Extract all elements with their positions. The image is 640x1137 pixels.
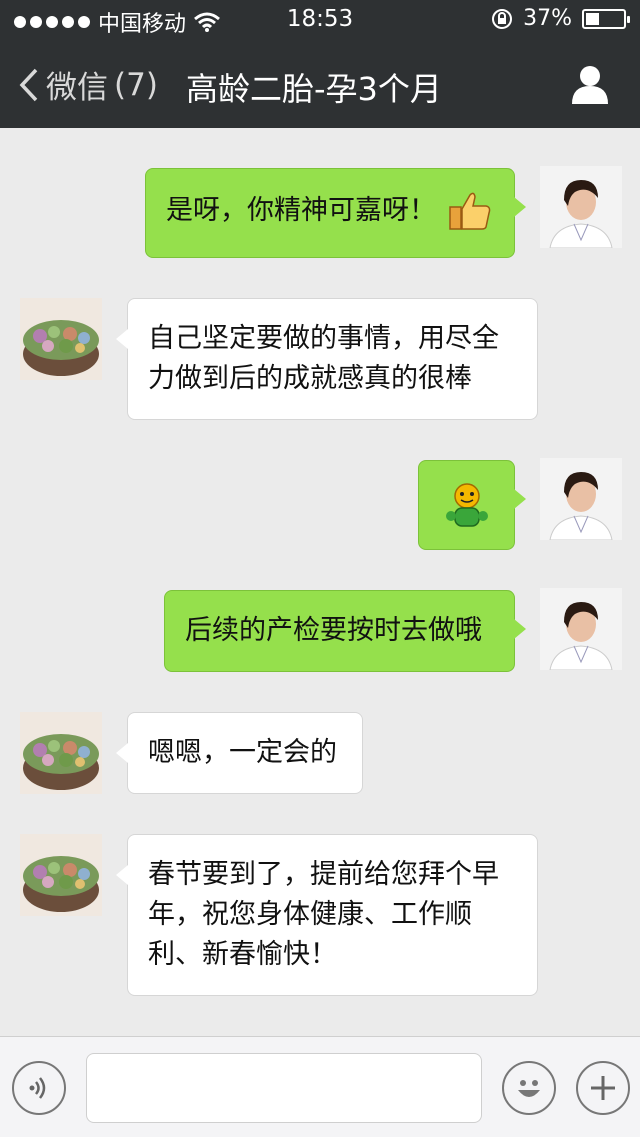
avatar-contact[interactable] <box>20 834 102 916</box>
status-bar: 中国移动 18:53 37% <box>0 0 640 40</box>
chat-title: 高龄二胎-孕3个月 <box>186 70 442 108</box>
nav-bar: 微信 (7) 高龄二胎-孕3个月 <box>0 40 640 128</box>
rotation-lock-icon <box>492 8 513 29</box>
message-text: 是呀，你精神可嘉呀！ <box>166 195 436 226</box>
message-bubble[interactable] <box>418 460 526 550</box>
avatar-me[interactable] <box>540 458 622 540</box>
message-text: 春节要到了，提前给您拜个早年，祝您身体健康、工作顺利、新春愉快！ <box>148 859 499 970</box>
message-row: 嗯嗯，一定会的 <box>0 712 640 794</box>
green-smiley-sticker-icon <box>446 483 488 527</box>
back-label: 微信 <box>46 70 108 106</box>
avatar-me[interactable] <box>540 166 622 248</box>
message-row <box>0 458 640 550</box>
battery-icon <box>582 8 630 29</box>
message-text: 后续的产检要按时去做哦 <box>185 615 482 646</box>
chat-area[interactable]: 是呀，你精神可嘉呀！ 自己坚定要做的事情，用尽全力做到后的成就感真的很棒 后续的… <box>0 128 640 1036</box>
avatar-contact[interactable] <box>20 712 102 794</box>
emoji-button[interactable] <box>502 1061 556 1115</box>
message-bubble[interactable]: 是呀，你精神可嘉呀！ <box>145 168 526 258</box>
message-text: 嗯嗯，一定会的 <box>148 737 337 768</box>
message-bubble[interactable]: 春节要到了，提前给您拜个早年，祝您身体健康、工作顺利、新春愉快！ <box>116 834 538 996</box>
thumbs-up-icon <box>449 192 491 230</box>
emoji-icon <box>518 1080 540 1097</box>
plus-button[interactable] <box>576 1061 630 1115</box>
back-button[interactable]: 微信 (7) <box>18 62 158 107</box>
battery-fill <box>586 12 600 25</box>
message-row: 后续的产检要按时去做哦 <box>0 588 640 672</box>
message-bubble[interactable]: 嗯嗯，一定会的 <box>116 712 363 794</box>
status-right: 37% <box>491 6 630 31</box>
message-bubble[interactable]: 后续的产检要按时去做哦 <box>164 590 526 672</box>
message-input[interactable] <box>86 1053 482 1123</box>
message-bubble[interactable]: 自己坚定要做的事情，用尽全力做到后的成就感真的很棒 <box>116 298 538 420</box>
avatar-contact[interactable] <box>20 298 102 380</box>
voice-button[interactable] <box>12 1061 66 1115</box>
chevron-left-icon <box>19 68 38 101</box>
plus-icon <box>591 1076 615 1100</box>
message-row: 是呀，你精神可嘉呀！ <box>0 166 640 258</box>
input-toolbar <box>0 1036 640 1137</box>
voice-icon <box>29 1077 46 1099</box>
battery-percent: 37% <box>523 6 572 31</box>
message-row: 自己坚定要做的事情，用尽全力做到后的成就感真的很棒 <box>0 298 640 420</box>
unread-count: (7) <box>114 66 158 103</box>
avatar-me[interactable] <box>540 588 622 670</box>
message-row: 春节要到了，提前给您拜个早年，祝您身体健康、工作顺利、新春愉快！ <box>0 834 640 996</box>
message-text: 自己坚定要做的事情，用尽全力做到后的成就感真的很棒 <box>148 323 499 394</box>
header: 中国移动 18:53 37% 微信 (7) 高龄二胎-孕3个月 <box>0 0 640 128</box>
user-icon[interactable] <box>570 64 610 104</box>
